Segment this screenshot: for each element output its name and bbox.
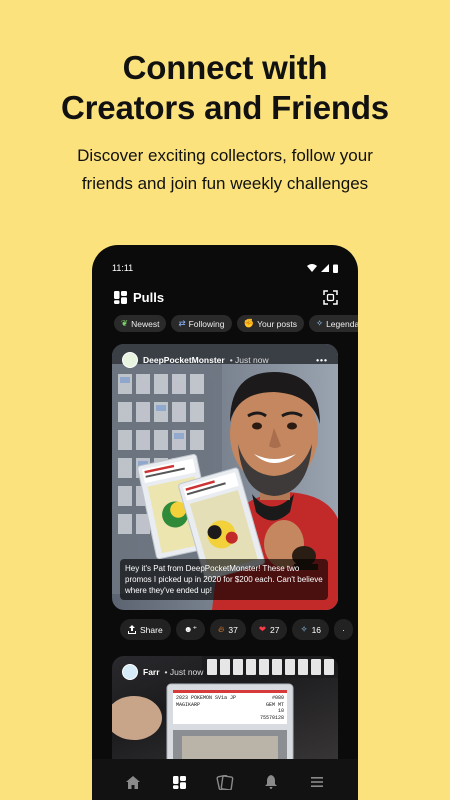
share-icon [128,625,136,634]
slab-label: 2023 POKEMON SV1a JP #080 MAGIKARP GEM M… [176,695,284,721]
feed-post[interactable]: DeepPocketMonster • Just now ••• Hey it'… [112,344,338,610]
legendary-count: 16 [311,624,322,635]
more-reactions-button[interactable]: · [334,619,353,640]
fire-reaction-button[interactable]: 🔥︎ 37 [210,619,246,640]
headline-line-2: Creators and Friends [61,89,389,126]
more-options-icon[interactable]: ••• [316,355,328,365]
post-username[interactable]: DeepPocketMonster [143,355,225,365]
sparkle-icon: ✧ [300,624,308,634]
subheadline-line-1: Discover exciting collectors, follow you… [77,146,373,165]
post-time: • Just now [164,667,204,677]
swap-icon: ⇄ [178,318,186,328]
filter-chip-legendary[interactable]: ✧ Legendary [308,315,358,332]
filter-chip-newest[interactable]: ❦ Newest [114,315,167,332]
status-time: 11:11 [112,263,134,273]
bottom-navigation [92,759,358,800]
add-reaction-button[interactable]: ☻⁺ [175,619,206,640]
app-name: Pulls [133,289,165,305]
app-bar: Pulls [114,287,338,307]
slab-cert: 75570128 [259,714,284,721]
feed-post[interactable]: Farr • Just now 2023 POKEMON SV1a JP #08… [112,656,338,760]
home-icon [126,775,140,789]
menu-icon [311,777,323,787]
post-header: Farr • Just now [122,664,328,680]
filter-chip-label: Newest [131,318,160,329]
nav-feed[interactable] [168,771,190,793]
scan-icon[interactable] [323,289,338,305]
subheadline: Discover exciting collectors, follow you… [0,142,450,198]
share-button[interactable]: Share [120,619,171,640]
cards-icon [216,774,234,790]
phone-frame: 11:11 Pulls ❦ Newest ⇄ Following ✊ Your … [92,245,358,800]
wifi-icon [307,264,317,272]
heart-count: 27 [269,624,280,635]
add-reaction-icon: ☻⁺ [183,624,198,634]
nav-menu[interactable] [306,771,328,793]
hand-icon: ✊ [243,318,255,328]
pulls-logo-icon [172,775,186,789]
headline-line-1: Connect with [122,49,328,86]
status-icons [307,264,338,273]
headline: Connect with Creators and Friends [0,48,450,128]
fire-icon: 🔥︎ [218,624,225,634]
post-header: DeepPocketMonster • Just now ••• [122,352,328,368]
sparkle-icon: ✧ [315,318,324,328]
share-label: Share [140,624,163,635]
filter-chip-label: Following [188,318,225,329]
bell-icon [265,775,277,789]
avatar[interactable] [122,664,138,680]
post-time: • Just now [229,355,269,365]
sprout-icon: ❦ [121,318,129,328]
signal-icon [321,264,329,272]
avatar[interactable] [122,352,138,368]
subheadline-line-2: friends and join fun weekly challenges [81,174,369,193]
nav-collection[interactable] [214,771,236,793]
fire-count: 37 [228,624,238,635]
filter-chip-following[interactable]: ⇄ Following [171,315,232,332]
filter-chip-label: Your posts [257,318,297,329]
heart-icon: ❤ [258,624,266,634]
filter-chip-your-posts[interactable]: ✊ Your posts [236,315,304,332]
post-username[interactable]: Farr [143,667,160,677]
legendary-reaction-button[interactable]: ✧ 16 [292,619,330,640]
more-reactions-icon: · [342,624,345,635]
app-logo[interactable]: Pulls [114,290,164,305]
filter-chip-label: Legendary [326,318,358,329]
slab-card-name: MAGIKARP [176,701,201,708]
nav-notifications[interactable] [260,771,282,793]
status-bar: 11:11 [112,261,338,275]
post-caption: Hey it's Pat from DeepPocketMonster! The… [120,559,328,600]
filter-chips: ❦ Newest ⇄ Following ✊ Your posts ✧ Lege… [114,315,358,332]
pulls-logo-icon [114,290,127,304]
battery-icon [333,264,338,273]
nav-home[interactable] [122,771,144,793]
heart-reaction-button[interactable]: ❤ 27 [250,619,288,640]
post-actions: Share ☻⁺ 🔥︎ 37 ❤ 27 ✧ 16 · [120,619,358,640]
